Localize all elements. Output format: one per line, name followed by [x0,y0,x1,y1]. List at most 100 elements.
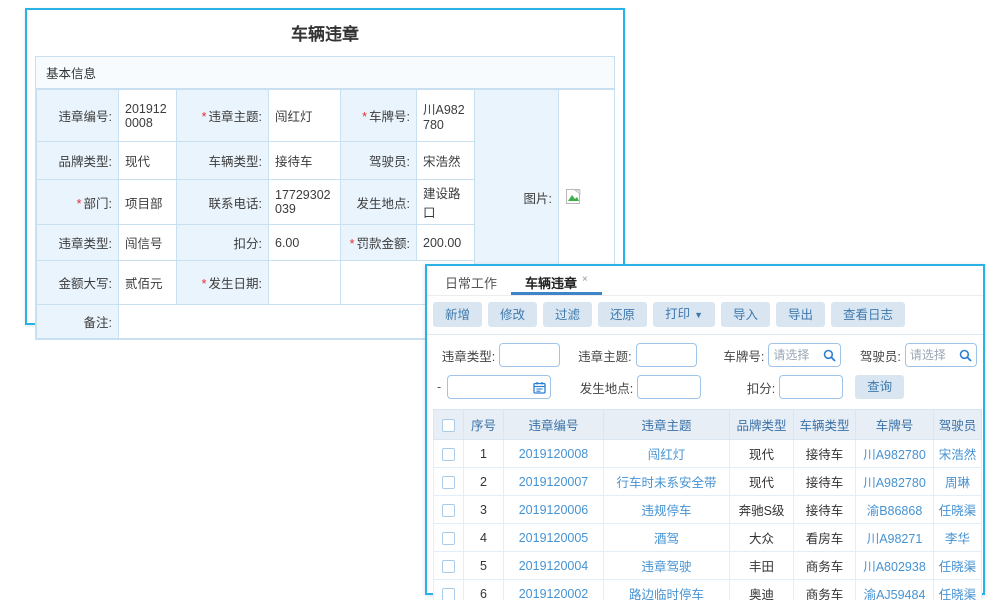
cell-violation-no[interactable]: 2019120005 [504,524,604,552]
cell-driver[interactable]: 任晓渠 [934,496,982,524]
cell-vehicle-type: 接待车 [794,496,856,524]
field-label-department: *部门: [37,180,119,225]
cell-brand-type: 现代 [730,468,794,496]
violations-tbody: 12019120008闯红灯现代接待车川A982780宋浩然2201912000… [434,440,982,600]
cell-brand-type: 奥迪 [730,580,794,600]
row-checkbox[interactable] [442,476,455,489]
cell-violation-no[interactable]: 2019120004 [504,552,604,580]
filter-button[interactable]: 过滤 [543,302,592,327]
tab-daily-work[interactable]: 日常工作 [431,266,511,295]
location-filter-label: 发生地点: [551,378,633,397]
row-checkbox[interactable] [442,532,455,545]
view-log-button[interactable]: 查看日志 [831,302,905,327]
cell-subject[interactable]: 路边临时停车 [604,580,730,600]
violation-type-input[interactable] [504,345,555,365]
points-input-box [779,375,843,399]
cell-seq: 2 [464,468,504,496]
cell-plate-no[interactable]: 渝AJ59484 [856,580,934,600]
field-value-driver: 宋浩然 [417,142,475,180]
cell-vehicle-type: 接待车 [794,440,856,468]
modify-button[interactable]: 修改 [488,302,537,327]
row-checkbox-cell [434,580,464,600]
select-all-checkbox[interactable] [442,419,455,432]
violations-table: 序号 违章编号 违章主题 品牌类型 车辆类型 车牌号 驾驶员 120191200… [433,409,982,600]
search-icon[interactable] [823,349,836,362]
table-header-row: 序号 违章编号 违章主题 品牌类型 车辆类型 车牌号 驾驶员 [434,410,982,440]
cell-subject[interactable]: 闯红灯 [604,440,730,468]
date-input[interactable] [452,377,533,397]
table-row[interactable]: 52019120004违章驾驶丰田商务车川A802938任晓渠 [434,552,982,580]
export-button[interactable]: 导出 [776,302,825,327]
search-icon[interactable] [959,349,972,362]
location-input[interactable] [642,377,696,397]
cell-violation-no[interactable]: 2019120002 [504,580,604,600]
field-label-phone: *联系电话: [177,180,269,225]
field-value-violation-no: 2019120008 [119,90,177,142]
table-row[interactable]: 32019120006违规停车奔驰S级接待车渝B86868任晓渠 [434,496,982,524]
header-subject: 违章主题 [604,410,730,440]
field-value-occur-date [269,261,341,305]
cell-violation-no[interactable]: 2019120008 [504,440,604,468]
driver-filter-label: 驾驶员: [841,346,901,365]
cell-vehicle-type: 商务车 [794,580,856,600]
points-input[interactable] [784,377,838,397]
add-button[interactable]: 新增 [433,302,482,327]
field-label-brand-type: *品牌类型: [37,142,119,180]
header-brand-type: 品牌类型 [730,410,794,440]
row-checkbox[interactable] [442,448,455,461]
field-value-points: 6.00 [269,225,341,261]
filter-row-1: 违章类型: 违章主题: 车牌号: 驾驶员: [433,343,977,367]
violation-type-input-box [499,343,560,367]
cell-subject[interactable]: 违章驾驶 [604,552,730,580]
cell-subject[interactable]: 行车时未系安全带 [604,468,730,496]
cell-plate-no[interactable]: 川A98271 [856,524,934,552]
cell-violation-no[interactable]: 2019120007 [504,468,604,496]
cell-driver[interactable]: 周琳 [934,468,982,496]
points-filter-label: 扣分: [701,378,775,397]
page-title: 车辆违章 [27,10,623,56]
location-input-box [637,375,701,399]
calendar-icon[interactable] [533,381,546,394]
table-row[interactable]: 62019120002路边临时停车奥迪商务车渝AJ59484任晓渠 [434,580,982,600]
header-driver: 驾驶员 [934,410,982,440]
driver-lookup-input[interactable] [910,345,959,365]
plate-lookup-input[interactable] [773,345,822,365]
cell-vehicle-type: 商务车 [794,552,856,580]
restore-button[interactable]: 还原 [598,302,647,327]
cell-brand-type: 现代 [730,440,794,468]
print-button[interactable]: 打印▼ [653,302,715,327]
cell-subject[interactable]: 违规停车 [604,496,730,524]
row-checkbox[interactable] [442,588,455,600]
cell-plate-no[interactable]: 渝B86868 [856,496,934,524]
cell-driver[interactable]: 任晓渠 [934,580,982,600]
field-label-vehicle-type: *车辆类型: [177,142,269,180]
field-label-amount-caps: *金额大写: [37,261,119,305]
cell-driver[interactable]: 李华 [934,524,982,552]
toolbar: 新增 修改 过滤 还原 打印▼ 导入 导出 查看日志 [427,296,983,335]
tab-vehicle-violation[interactable]: 车辆违章× [511,266,602,295]
table-row[interactable]: 42019120005酒驾大众看房车川A98271李华 [434,524,982,552]
cell-driver[interactable]: 宋浩然 [934,440,982,468]
field-label-driver: *驾驶员: [341,142,417,180]
tab-bar: 日常工作 车辆违章× [427,266,983,296]
cell-plate-no[interactable]: 川A982780 [856,468,934,496]
header-seq: 序号 [464,410,504,440]
cell-seq: 6 [464,580,504,600]
table-row[interactable]: 22019120007行车时未系安全带现代接待车川A982780周琳 [434,468,982,496]
header-violation-no: 违章编号 [504,410,604,440]
cell-seq: 5 [464,552,504,580]
cell-plate-no[interactable]: 川A802938 [856,552,934,580]
cell-violation-no[interactable]: 2019120006 [504,496,604,524]
cell-subject[interactable]: 酒驾 [604,524,730,552]
table-row[interactable]: 12019120008闯红灯现代接待车川A982780宋浩然 [434,440,982,468]
cell-driver[interactable]: 任晓渠 [934,552,982,580]
import-button[interactable]: 导入 [721,302,770,327]
subject-input[interactable] [641,345,692,365]
row-checkbox[interactable] [442,504,455,517]
field-label-plate-no: *车牌号: [341,90,417,142]
close-icon[interactable]: × [582,274,588,285]
query-button[interactable]: 查询 [855,375,904,399]
row-checkbox[interactable] [442,560,455,573]
cell-plate-no[interactable]: 川A982780 [856,440,934,468]
date-range-separator: - [437,380,441,394]
